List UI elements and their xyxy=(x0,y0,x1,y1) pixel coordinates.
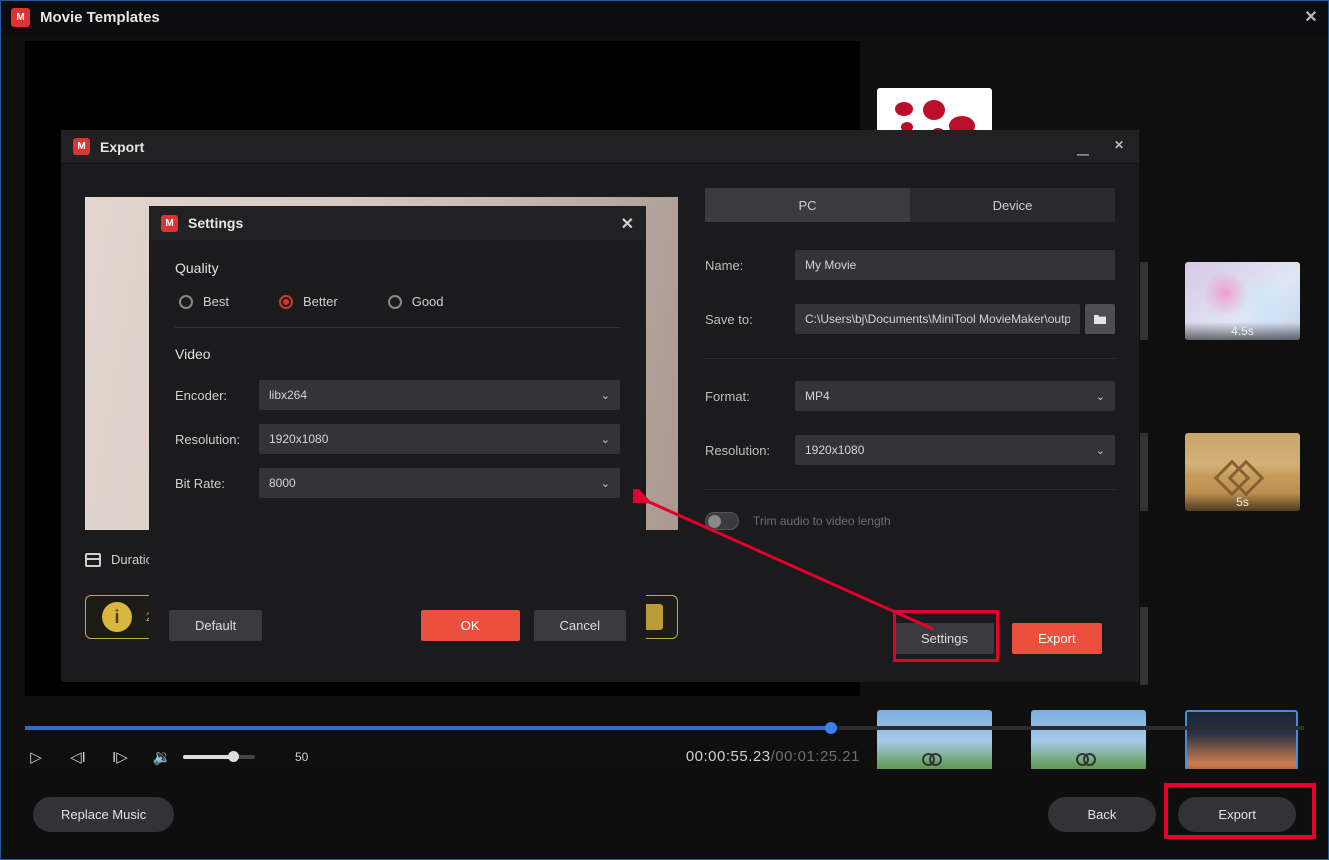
radio-icon-selected xyxy=(279,295,293,309)
decorative-strip xyxy=(1140,607,1148,685)
thumb-duration: 4.5s xyxy=(1185,322,1300,340)
radio-icon xyxy=(388,295,402,309)
settings-dialog: M Settings ✕ Quality Best Better Good Vi… xyxy=(149,206,646,656)
tab-pc[interactable]: PC xyxy=(705,188,910,222)
encoder-value: libx264 xyxy=(269,388,307,402)
timecode-current: 00:00:55.23 xyxy=(686,748,771,765)
chevron-down-icon: ⌄ xyxy=(601,389,610,402)
step-back-icon[interactable]: ◁I xyxy=(67,748,89,766)
page-title: Movie Templates xyxy=(40,9,160,26)
trim-audio-label: Trim audio to video length xyxy=(753,514,891,528)
volume-knob[interactable] xyxy=(228,751,239,762)
save-to-label: Save to: xyxy=(705,312,795,327)
encoder-label: Encoder: xyxy=(175,388,259,403)
replace-music-button[interactable]: Replace Music xyxy=(33,797,174,832)
info-icon: i xyxy=(102,602,132,632)
timeline-knob[interactable] xyxy=(825,722,837,734)
radio-icon xyxy=(179,295,193,309)
timeline-track[interactable] xyxy=(25,726,1304,730)
quality-header: Quality xyxy=(175,260,620,276)
quality-best[interactable]: Best xyxy=(179,294,229,309)
ok-button[interactable]: OK xyxy=(421,610,520,641)
bitrate-label: Bit Rate: xyxy=(175,476,259,491)
app-icon: M xyxy=(11,8,30,27)
bitrate-value: 8000 xyxy=(269,476,296,490)
decorative-strip xyxy=(1140,262,1148,340)
browse-folder-icon[interactable] xyxy=(1085,304,1115,334)
tab-device[interactable]: Device xyxy=(910,188,1115,222)
chevron-down-icon: ⌄ xyxy=(1096,390,1105,403)
radio-label: Better xyxy=(303,294,338,309)
chevron-down-icon: ⌄ xyxy=(601,477,610,490)
close-icon[interactable]: ✕ xyxy=(1302,7,1320,25)
titlebar: M Movie Templates ✕ xyxy=(1,1,1328,34)
volume-slider[interactable] xyxy=(183,755,255,759)
timecode: 00:00:55.23/00:01:25.21 xyxy=(686,748,860,765)
name-label: Name: xyxy=(705,258,795,273)
minimize-icon[interactable]: — xyxy=(1073,138,1093,158)
settings-resolution-select[interactable]: 1920x1080 ⌄ xyxy=(259,424,620,454)
cancel-button[interactable]: Cancel xyxy=(534,610,626,641)
close-icon[interactable]: ✕ xyxy=(1109,138,1129,158)
divider xyxy=(175,327,620,328)
bitrate-select[interactable]: 8000 ⌄ xyxy=(259,468,620,498)
bottom-bar: Replace Music Back Export xyxy=(1,769,1328,859)
export-button[interactable]: Export xyxy=(1012,623,1102,654)
trim-audio-toggle[interactable] xyxy=(705,512,739,530)
save-to-input[interactable] xyxy=(795,304,1080,334)
volume-level: 50 xyxy=(295,750,308,764)
trim-audio-row: Trim audio to video length xyxy=(705,512,1115,530)
quality-better[interactable]: Better xyxy=(279,294,338,309)
radio-label: Best xyxy=(203,294,229,309)
template-thumbnail[interactable]: 5s xyxy=(1185,433,1300,511)
back-button[interactable]: Back xyxy=(1048,797,1157,832)
settings-title: Settings xyxy=(188,215,243,231)
default-button[interactable]: Default xyxy=(169,610,262,641)
format-select[interactable]: MP4 ⌄ xyxy=(795,381,1115,411)
timecode-total: 00:01:25.21 xyxy=(775,748,860,765)
app-icon: M xyxy=(73,138,90,155)
resolution-label: Resolution: xyxy=(175,432,259,447)
step-forward-icon[interactable]: I▷ xyxy=(109,748,131,766)
film-icon xyxy=(85,553,101,567)
quality-good[interactable]: Good xyxy=(388,294,444,309)
thumb-duration: 5s xyxy=(1185,493,1300,511)
export-titlebar: M Export — ✕ xyxy=(61,130,1139,164)
volume-control: 🔉 50 xyxy=(151,748,308,766)
format-label: Format: xyxy=(705,389,795,404)
settings-resolution-value: 1920x1080 xyxy=(269,432,328,446)
radio-label: Good xyxy=(412,294,444,309)
decorative-strip xyxy=(1140,433,1148,511)
app-icon: M xyxy=(161,215,178,232)
quality-radios: Best Better Good xyxy=(175,294,620,309)
bottom-export-button[interactable]: Export xyxy=(1178,797,1296,832)
close-icon[interactable]: ✕ xyxy=(621,214,634,234)
volume-icon[interactable]: 🔉 xyxy=(151,748,173,766)
template-thumbnail[interactable]: 4.5s xyxy=(1185,262,1300,340)
divider xyxy=(705,489,1115,490)
settings-button[interactable]: Settings xyxy=(895,623,994,654)
export-title: Export xyxy=(100,139,144,155)
play-icon[interactable]: ▷ xyxy=(25,748,47,766)
encoder-select[interactable]: libx264 ⌄ xyxy=(259,380,620,410)
divider xyxy=(705,358,1115,359)
resolution-value: 1920x1080 xyxy=(805,443,864,457)
resolution-label: Resolution: xyxy=(705,443,795,458)
video-header: Video xyxy=(175,346,620,362)
name-input[interactable] xyxy=(795,250,1115,280)
format-value: MP4 xyxy=(805,389,830,403)
timeline-fill xyxy=(25,726,831,730)
resolution-select[interactable]: 1920x1080 ⌄ xyxy=(795,435,1115,465)
chevron-down-icon: ⌄ xyxy=(601,433,610,446)
playback-bar: ▷ ◁I I▷ 🔉 50 00:00:55.23/00:01:25.21 xyxy=(25,739,860,774)
export-tabs: PC Device xyxy=(705,188,1115,222)
chevron-down-icon: ⌄ xyxy=(1096,444,1105,457)
